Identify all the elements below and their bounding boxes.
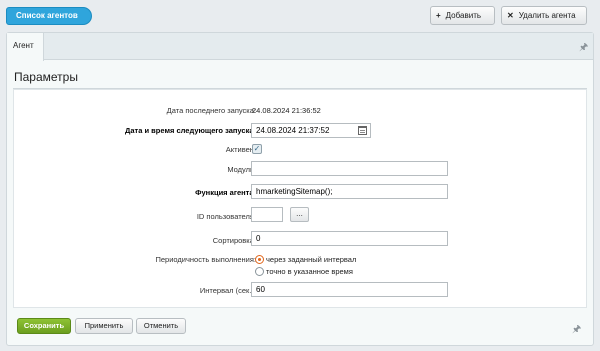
interval-label: Интервал (сек.): <box>199 286 256 295</box>
save-button[interactable]: Сохранить <box>17 318 71 334</box>
radio-interval[interactable] <box>255 255 264 264</box>
next-run-input[interactable]: 24.08.2024 21:37:52 <box>251 123 371 138</box>
pin-icon[interactable]: 🖈︎ <box>572 322 581 339</box>
cancel-button[interactable]: Отменить <box>136 318 186 334</box>
last-run-label: Дата последнего запуска: <box>166 106 256 115</box>
sort-label: Сортировка: <box>212 236 256 245</box>
agent-list-button[interactable]: Список агентов <box>6 7 92 25</box>
user-id-label: ID пользователя: <box>196 212 256 221</box>
module-input[interactable] <box>251 161 448 176</box>
tab-bar: Агент 🖈︎ <box>7 33 593 61</box>
delete-agent-button[interactable]: ✕ Удалить агента <box>501 6 587 25</box>
pin-icon[interactable]: 🖈︎ <box>579 40 588 57</box>
calendar-icon[interactable] <box>358 126 367 135</box>
delete-button-label: Удалить агента <box>518 11 576 20</box>
next-run-value: 24.08.2024 21:37:52 <box>256 126 330 135</box>
active-checkbox[interactable]: ✓ <box>252 144 262 154</box>
sort-value: 0 <box>256 234 261 243</box>
close-icon: ✕ <box>507 11 514 20</box>
radio-interval-label[interactable]: через заданный интервал <box>266 255 356 264</box>
top-toolbar: Список агентов + Добавить ✕ Удалить агента <box>0 0 600 32</box>
add-button[interactable]: + Добавить <box>430 6 495 25</box>
function-label: Функция агента: <box>195 188 256 197</box>
interval-input[interactable]: 60 <box>251 282 448 297</box>
tab-agent[interactable]: Агент <box>7 33 44 61</box>
plus-icon: + <box>436 11 441 20</box>
add-button-label: Добавить <box>445 11 482 20</box>
user-id-input[interactable] <box>251 207 283 222</box>
radio-exact-time-label[interactable]: точно в указанное время <box>266 267 353 276</box>
interval-value: 60 <box>256 285 265 294</box>
parameters-form: Дата последнего запуска: 24.08.2024 21:3… <box>13 89 587 308</box>
apply-button[interactable]: Применить <box>75 318 133 334</box>
next-run-label: Дата и время следующего запуска: <box>125 126 256 135</box>
edit-panel: Агент 🖈︎ Параметры Дата последнего запус… <box>6 32 594 346</box>
function-value: hmarketingSitemap(); <box>256 187 333 196</box>
periodicity-label: Периодичность выполнения: <box>155 255 257 264</box>
last-run-value: 24.08.2024 21:36:52 <box>252 106 321 115</box>
radio-exact-time[interactable] <box>255 267 264 276</box>
user-select-button[interactable]: ... <box>290 207 309 222</box>
function-input[interactable]: hmarketingSitemap(); <box>251 184 448 199</box>
section-title: Параметры <box>14 70 78 84</box>
sort-input[interactable]: 0 <box>251 231 448 246</box>
